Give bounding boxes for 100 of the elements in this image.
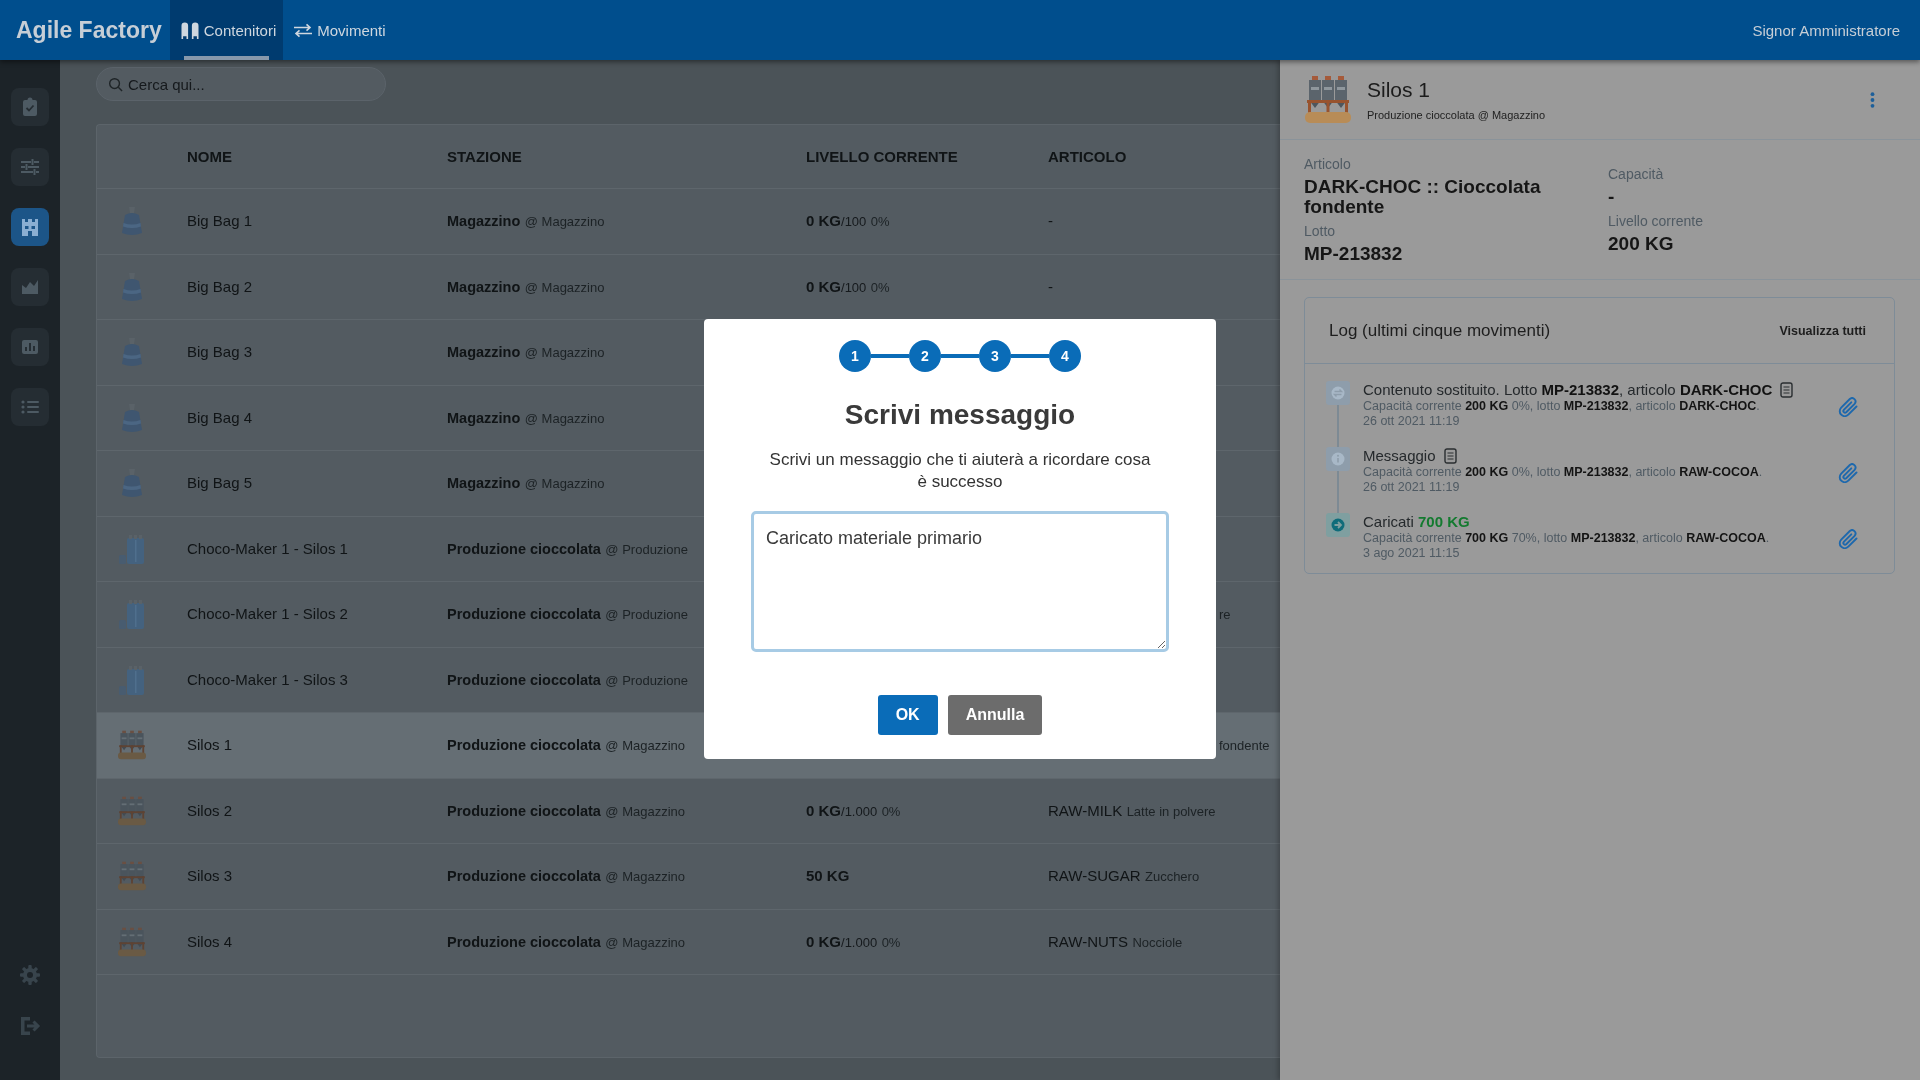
logout-icon[interactable] xyxy=(19,1015,41,1037)
level-amount: 0 KG xyxy=(806,277,841,295)
level-percent: 0% xyxy=(881,934,901,950)
search-icon xyxy=(108,77,123,92)
column-header: STAZIONE xyxy=(447,148,523,165)
container-name: Big Bag 1 xyxy=(187,212,253,230)
station-location: @ Magazzino xyxy=(524,410,605,426)
table-row[interactable]: Silos 3 Produzione cioccolata @ Magazzino 50 KG RAW-SUGAR Zucchero xyxy=(97,844,1280,910)
station-location: @ Magazzino xyxy=(524,279,605,295)
sliders-icon xyxy=(20,157,40,177)
container-name: Silos 3 xyxy=(187,867,233,885)
station-location: @ Magazzino xyxy=(524,214,605,230)
log-entry-detail: Capacità corrente 200 KG 0%, lotto MP-213832, articolo DARK-CHOC. xyxy=(1363,399,1761,414)
station-name: Produzione cioccolata xyxy=(447,933,601,950)
table-row[interactable]: Silos 4 Produzione cioccolata @ Magazzino 0 KG/1.000 0% RAW-NUTS Nocciole xyxy=(97,909,1280,975)
field-value: 200 KG xyxy=(1608,234,1675,254)
column-header: NOME xyxy=(187,148,233,165)
ok-button[interactable]: OK xyxy=(877,695,938,735)
station-location: @ Produzione xyxy=(605,672,688,688)
silos-icon xyxy=(118,795,146,826)
station-name: Magazzino xyxy=(447,278,521,295)
step-marker: 1 xyxy=(839,340,871,372)
tank-icon xyxy=(118,599,146,630)
table-row[interactable]: Big Bag 1 Magazzino @ Magazzino 0 KG/100 0% - xyxy=(97,189,1280,255)
log-entry-date: 3 ago 2021 11:15 xyxy=(1363,546,1461,561)
level-percent: 0% xyxy=(870,214,890,230)
silos-icon xyxy=(179,21,200,39)
app-logo[interactable]: Agile Factory xyxy=(16,16,162,44)
station-name: Magazzino xyxy=(447,475,521,492)
station-name: Produzione cioccolata xyxy=(447,606,601,623)
level-capacity: /1.000 xyxy=(841,934,878,950)
view-all-link[interactable]: Visualizza tutti xyxy=(1779,323,1866,338)
station-location: @ Magazzino xyxy=(605,738,686,754)
station-name: Magazzino xyxy=(447,344,521,361)
level-amount: 0 KG xyxy=(806,801,841,819)
field-label: Articolo xyxy=(1304,155,1352,173)
level-amount: 0 KG xyxy=(806,212,841,230)
log-entry-date: 26 ott 2021 11:19 xyxy=(1363,480,1461,495)
station-name: Produzione cioccolata xyxy=(447,540,601,557)
log-entry-title: Contenuto sostituito. Lotto MP-213832, articolo DARK-CHOC xyxy=(1363,381,1773,399)
field-label: Lotto xyxy=(1304,222,1337,240)
silos-icon xyxy=(118,730,146,761)
field-value: - xyxy=(1608,187,1616,207)
log-entry-title: Messaggio xyxy=(1363,447,1436,465)
message-field[interactable]: Caricato materiale primario xyxy=(751,511,1169,652)
paperclip-icon[interactable] xyxy=(1838,529,1858,549)
paperclip-icon[interactable] xyxy=(1838,463,1858,483)
sidebar-button[interactable] xyxy=(11,208,49,246)
level-amount: 50 KG xyxy=(806,867,850,885)
user-menu[interactable]: Signor Amministratore xyxy=(1752,21,1900,39)
table-row[interactable]: Silos 2 Produzione cioccolata @ Magazzino 0 KG/1.000 0% RAW-MILK Latte in polvere xyxy=(97,778,1280,844)
station-name: Magazzino xyxy=(447,213,521,230)
search-field[interactable]: Cerca qui... xyxy=(96,67,386,101)
bar-chart-icon xyxy=(20,337,40,357)
dialog-text: Scrivi un messaggio che ti aiuterà a ricordare cosa è successo xyxy=(768,449,1152,493)
container-name: Choco-Maker 1 - Silos 3 xyxy=(187,670,348,688)
field-value: MP-213832 xyxy=(1304,244,1404,264)
step-marker: 3 xyxy=(979,340,1011,372)
level-percent: 0% xyxy=(870,279,890,295)
container-name: Big Bag 4 xyxy=(187,408,253,426)
station-name: Produzione cioccolata xyxy=(447,802,601,819)
container-name: Big Bag 5 xyxy=(187,474,253,492)
article-name: Zucchero xyxy=(1144,869,1200,885)
note-icon[interactable] xyxy=(1443,448,1457,464)
container-name: Silos 1 xyxy=(187,736,233,754)
field-value: DARK-CHOC :: Cioccolata fondente xyxy=(1304,177,1542,217)
station-name: Magazzino xyxy=(447,409,521,426)
level-amount: 0 KG xyxy=(806,932,841,950)
article-code: RAW-MILK xyxy=(1048,801,1123,819)
more-options-icon[interactable] xyxy=(1870,90,1875,109)
level-capacity: /1.000 xyxy=(841,803,878,819)
container-name: Big Bag 2 xyxy=(187,277,253,295)
arrow-right-icon xyxy=(1326,513,1350,537)
step-connector xyxy=(871,354,909,358)
station-name: Produzione cioccolata xyxy=(447,737,601,754)
silos-icon xyxy=(118,861,146,892)
cancel-button[interactable]: Annulla xyxy=(947,695,1043,735)
article-name: re xyxy=(1219,607,1231,623)
warehouse-icon xyxy=(20,217,40,237)
column-header: LIVELLO CORRENTE xyxy=(806,148,959,165)
field-label: Capacità xyxy=(1608,165,1665,183)
station-location: @ Magazzino xyxy=(524,476,605,492)
silos-icon xyxy=(1305,76,1351,123)
log-title: Log (ultimi cinque movimenti) xyxy=(1329,320,1551,341)
info-icon xyxy=(1326,447,1350,471)
paperclip-icon[interactable] xyxy=(1838,397,1858,417)
container-name: Big Bag 3 xyxy=(187,343,253,361)
station-location: @ Magazzino xyxy=(524,345,605,361)
nav-tab[interactable]: Contenitori xyxy=(169,0,284,60)
panel-title: Silos 1 xyxy=(1367,78,1432,102)
nav-tab[interactable]: Movimenti xyxy=(283,0,393,60)
container-name: Choco-Maker 1 - Silos 1 xyxy=(187,539,348,557)
article-code: - xyxy=(1048,212,1053,230)
article-name: fondente xyxy=(1219,738,1270,754)
container-name: Silos 2 xyxy=(187,801,233,819)
panel-subtitle: Produzione cioccolata @ Magazzino xyxy=(1367,109,1547,121)
note-icon[interactable] xyxy=(1780,382,1794,398)
tank-icon xyxy=(118,533,146,564)
level-capacity: /100 xyxy=(841,279,867,295)
log-entry-date: 26 ott 2021 11:19 xyxy=(1363,414,1461,429)
